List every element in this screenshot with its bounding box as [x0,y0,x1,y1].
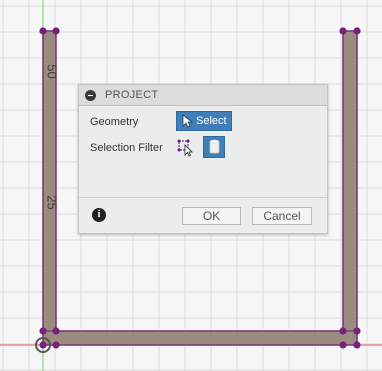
dimension-label-25[interactable]: 25 [45,195,60,209]
sketch-point[interactable] [339,341,347,349]
cancel-button[interactable]: Cancel [252,207,312,225]
dialog-header: PROJECT [79,85,327,106]
sketch-point[interactable] [353,27,361,35]
sketch-point[interactable] [39,327,47,335]
sketch-point[interactable] [339,327,347,335]
sketch-point[interactable] [339,27,347,35]
cursor-arrow-icon [182,114,193,128]
collapse-icon[interactable] [85,90,96,101]
dialog-footer: i OK Cancel [79,197,327,233]
info-icon[interactable]: i [92,208,106,222]
select-button-label: Select [196,115,227,127]
project-dialog: PROJECT Geometry Select Selection Filter… [78,84,328,234]
dimension-label-50[interactable]: 50 [45,64,60,78]
ok-button[interactable]: OK [182,207,241,225]
sketch-point[interactable] [52,327,60,335]
selection-filter-label: Selection Filter [90,142,163,154]
sketch-point[interactable] [52,27,60,35]
sketch-point[interactable] [353,341,361,349]
dialog-title: PROJECT [105,89,159,101]
geometry-select-button[interactable]: Select [176,111,232,131]
sketch-point[interactable] [39,341,47,349]
sketch-point[interactable] [39,27,47,35]
body-cylinder-icon [209,139,220,154]
sketch-point[interactable] [353,327,361,335]
body-select-toggle[interactable] [203,136,225,158]
sketch-point[interactable] [52,341,60,349]
sketch-select-icon[interactable] [176,137,196,157]
geometry-label: Geometry [90,116,139,128]
